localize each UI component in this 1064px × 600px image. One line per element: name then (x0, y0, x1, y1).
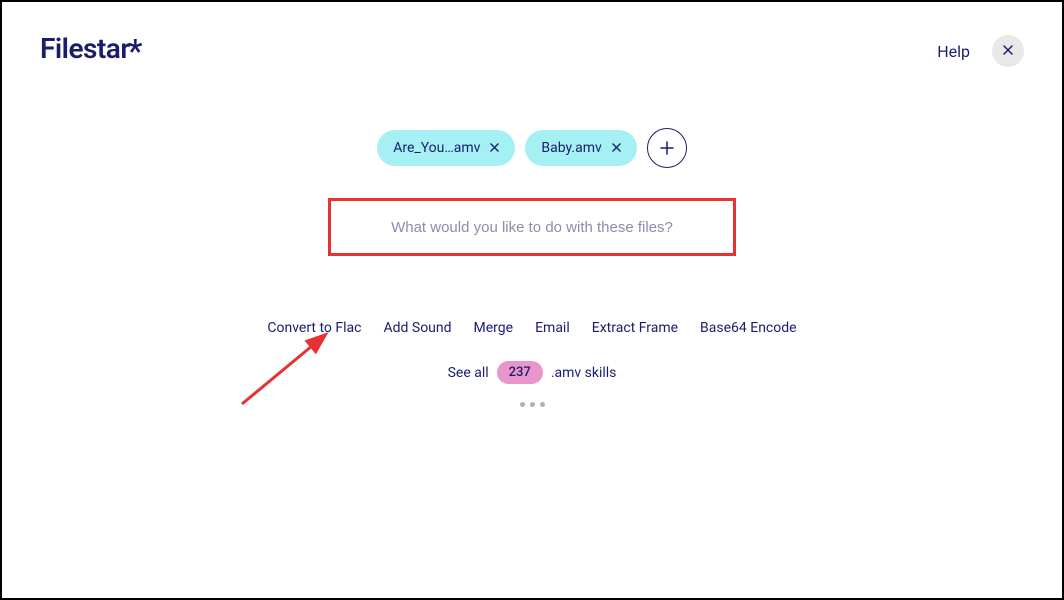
suggestion-base64-encode[interactable]: Base64 Encode (700, 320, 797, 336)
close-button[interactable] (992, 35, 1024, 67)
search-wrapper (328, 198, 736, 256)
suggestion-email[interactable]: Email (535, 320, 570, 336)
see-all-prefix: See all (448, 365, 489, 381)
see-all-skills-link[interactable]: See all 237 .amv skills (448, 361, 617, 384)
action-search-input[interactable] (333, 203, 731, 251)
plus-icon (660, 136, 674, 160)
logo-text: Filestar (40, 32, 130, 65)
suggestion-add-sound[interactable]: Add Sound (383, 320, 451, 336)
file-chip-label: Baby.amv (541, 140, 601, 156)
suggestion-convert-to-flac[interactable]: Convert to Flac (267, 320, 361, 336)
loading-dots-icon (520, 402, 545, 407)
remove-file-icon[interactable] (612, 140, 621, 156)
file-chip-label: Are_You…amv (393, 140, 480, 156)
suggestions-row: Convert to Flac Add Sound Merge Email Ex… (267, 320, 796, 336)
help-link[interactable]: Help (937, 42, 970, 61)
file-chips-row: Are_You…amv Baby.amv (377, 128, 687, 168)
file-chip[interactable]: Are_You…amv (377, 130, 515, 166)
logo-star: * (128, 32, 142, 70)
file-chip[interactable]: Baby.amv (525, 130, 636, 166)
see-all-suffix: .amv skills (551, 365, 617, 381)
app-logo: Filestar* (40, 32, 142, 70)
suggestion-merge[interactable]: Merge (474, 320, 514, 336)
add-file-button[interactable] (647, 128, 687, 168)
remove-file-icon[interactable] (490, 140, 499, 156)
suggestion-extract-frame[interactable]: Extract Frame (592, 320, 678, 336)
skills-count-badge: 237 (497, 361, 543, 384)
close-icon (1003, 43, 1013, 59)
